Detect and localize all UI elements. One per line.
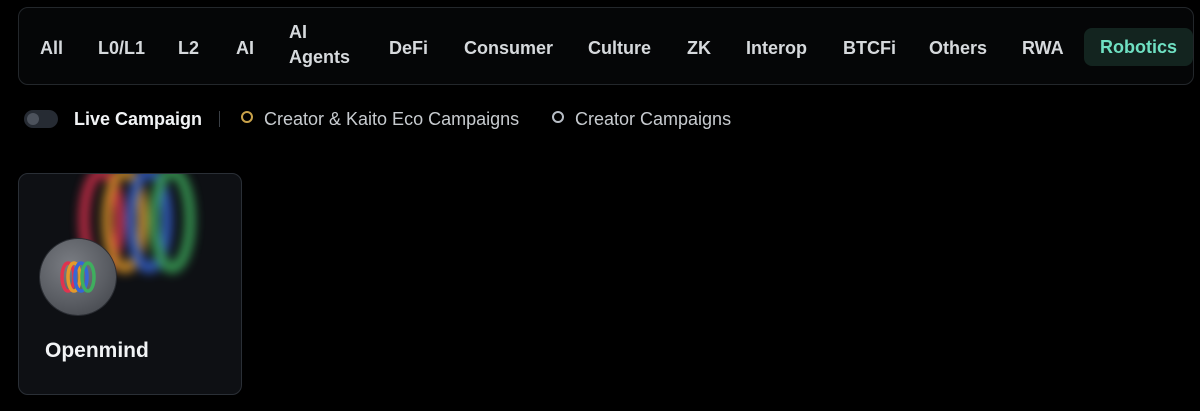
gold-ring-icon <box>241 111 253 123</box>
tab-interop[interactable]: Interop <box>746 36 807 60</box>
silver-ring-icon <box>552 111 564 123</box>
filter-row: Live Campaign Creator & Kaito Eco Campai… <box>24 106 784 132</box>
category-tab-bar: All L0/L1 L2 AI AI Agents DeFi Consumer … <box>18 7 1194 85</box>
openmind-logo-icon <box>60 261 96 293</box>
toggle-knob <box>27 113 39 125</box>
tab-rwa[interactable]: RWA <box>1022 36 1064 60</box>
legend-creator-kaito-eco: Creator & Kaito Eco Campaigns <box>264 109 520 129</box>
tab-ai-agents[interactable]: AI Agents <box>289 20 353 70</box>
project-card-openmind[interactable]: Openmind <box>18 173 242 395</box>
tab-all[interactable]: All <box>40 36 63 60</box>
tab-defi[interactable]: DeFi <box>389 36 428 60</box>
legend-creator-campaigns: Creator Campaigns <box>575 109 732 129</box>
project-name: Openmind <box>45 339 149 362</box>
live-campaign-label: Live Campaign <box>74 109 203 129</box>
tab-l0-l1[interactable]: L0/L1 <box>98 36 145 60</box>
tab-robotics[interactable]: Robotics <box>1084 28 1194 66</box>
tab-zk[interactable]: ZK <box>687 36 711 60</box>
tab-others[interactable]: Others <box>929 36 987 60</box>
filter-divider <box>219 111 220 127</box>
openmind-avatar <box>40 239 116 315</box>
tab-ai[interactable]: AI <box>236 36 254 60</box>
live-campaign-toggle[interactable] <box>24 110 58 128</box>
tab-l2[interactable]: L2 <box>178 36 199 60</box>
tab-btcfi[interactable]: BTCFi <box>843 36 896 60</box>
tab-consumer[interactable]: Consumer <box>464 36 553 60</box>
tab-culture[interactable]: Culture <box>588 36 651 60</box>
